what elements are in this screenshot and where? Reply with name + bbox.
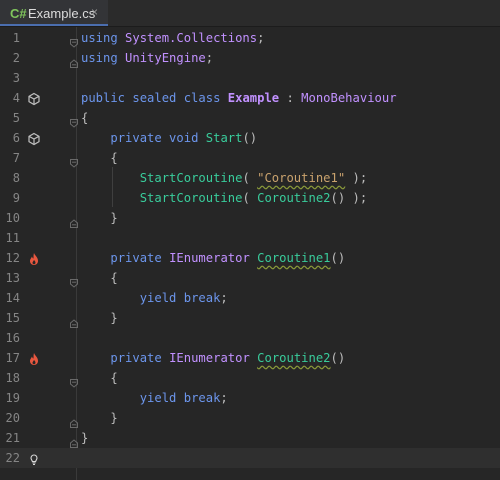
line-number: 3 xyxy=(12,71,20,85)
code-line[interactable]: 18 { xyxy=(0,368,500,388)
line-number: 20 xyxy=(5,411,20,425)
fold-end-icon[interactable] xyxy=(70,53,78,68)
code-line[interactable]: 13 { xyxy=(0,268,500,288)
code-text: private void Start() xyxy=(110,131,258,145)
line-number: 14 xyxy=(5,291,20,305)
code-text: yield break; xyxy=(139,391,228,405)
line-number: 18 xyxy=(5,371,20,385)
line-number: 7 xyxy=(12,151,20,165)
fold-end-icon[interactable] xyxy=(70,213,78,228)
line-number: 19 xyxy=(5,391,20,405)
code-text: private IEnumerator Coroutine1() xyxy=(110,251,346,265)
code-text: { xyxy=(81,271,118,285)
indent-guide xyxy=(112,167,113,207)
code-line[interactable]: 19 yield break; xyxy=(0,388,500,408)
fold-end-icon[interactable] xyxy=(70,433,78,448)
fold-start-icon[interactable] xyxy=(70,33,78,48)
code-line[interactable]: 3 xyxy=(0,68,500,88)
tab-title: Example.cs xyxy=(28,6,96,21)
line-number: 22 xyxy=(5,451,20,465)
code-text: } xyxy=(81,431,89,445)
code-text: { xyxy=(81,111,89,125)
code-line[interactable]: 9 StartCoroutine( Coroutine2() ); xyxy=(0,188,500,208)
line-number: 2 xyxy=(12,51,20,65)
fold-start-icon[interactable] xyxy=(70,273,78,288)
line-number: 8 xyxy=(12,171,20,185)
code-line[interactable]: 15 } xyxy=(0,308,500,328)
code-line[interactable]: 22 xyxy=(0,448,500,468)
line-number: 12 xyxy=(5,251,20,265)
line-number: 5 xyxy=(12,111,20,125)
line-number: 9 xyxy=(12,191,20,205)
coroutine-hot-icon[interactable] xyxy=(27,351,41,365)
code-text: private IEnumerator Coroutine2() xyxy=(110,351,346,365)
unity-icon[interactable] xyxy=(27,91,41,106)
code-line[interactable]: 7 { xyxy=(0,148,500,168)
csharp-file-icon: C# xyxy=(10,6,27,21)
line-number: 17 xyxy=(5,351,20,365)
fold-start-icon[interactable] xyxy=(70,153,78,168)
code-line[interactable]: 20 } xyxy=(0,408,500,428)
code-line[interactable]: 21} xyxy=(0,428,500,448)
line-number: 10 xyxy=(5,211,20,225)
code-text: } xyxy=(81,411,118,425)
close-icon[interactable]: × xyxy=(91,5,98,19)
code-text: public sealed class Example : MonoBehavi… xyxy=(81,91,397,105)
code-line[interactable]: 16 xyxy=(0,328,500,348)
line-number: 13 xyxy=(5,271,20,285)
code-line[interactable]: 10 } xyxy=(0,208,500,228)
lightbulb-icon[interactable] xyxy=(27,451,41,466)
tab-bar: C# Example.cs × xyxy=(0,0,500,27)
code-line[interactable]: 11 xyxy=(0,228,500,248)
line-number: 1 xyxy=(12,31,20,45)
code-line[interactable]: 17 private IEnumerator Coroutine2() xyxy=(0,348,500,368)
code-line[interactable]: 2 using UnityEngine; xyxy=(0,48,500,68)
code-line[interactable]: 6 private void Start() xyxy=(0,128,500,148)
fold-start-icon[interactable] xyxy=(70,113,78,128)
fold-start-icon[interactable] xyxy=(70,373,78,388)
code-text: { xyxy=(81,371,118,385)
line-number: 11 xyxy=(5,231,20,245)
code-text: } xyxy=(81,311,118,325)
line-number: 15 xyxy=(5,311,20,325)
line-number: 6 xyxy=(12,131,20,145)
code-text: yield break; xyxy=(139,291,228,305)
unity-icon[interactable] xyxy=(27,131,41,146)
fold-end-icon[interactable] xyxy=(70,313,78,328)
code-line[interactable]: 12 private IEnumerator Coroutine1() xyxy=(0,248,500,268)
code-line[interactable]: 14 yield break; xyxy=(0,288,500,308)
code-text: StartCoroutine( "Coroutine1" ); xyxy=(139,171,368,185)
code-text: using UnityEngine; xyxy=(81,51,214,65)
coroutine-hot-icon[interactable] xyxy=(27,251,41,265)
code-line[interactable]: 8 StartCoroutine( "Coroutine1" ); xyxy=(0,168,500,188)
code-line[interactable]: 5{ xyxy=(0,108,500,128)
tab-example-cs[interactable]: C# Example.cs × xyxy=(0,0,108,26)
code-text: { xyxy=(81,151,118,165)
line-number: 16 xyxy=(5,331,20,345)
code-line[interactable]: 1 using System.Collections; xyxy=(0,28,500,48)
line-number: 4 xyxy=(12,91,20,105)
fold-end-icon[interactable] xyxy=(70,413,78,428)
code-text: using System.Collections; xyxy=(81,31,265,45)
code-line[interactable]: 4 public sealed class Example : MonoBehav… xyxy=(0,88,500,108)
code-text: } xyxy=(81,211,118,225)
active-tab-indicator xyxy=(0,24,108,26)
code-text: StartCoroutine( Coroutine2() ); xyxy=(139,191,368,205)
code-editor[interactable]: 1 using System.Collections; 2 using UnityEn… xyxy=(0,27,500,480)
line-number: 21 xyxy=(5,431,20,445)
